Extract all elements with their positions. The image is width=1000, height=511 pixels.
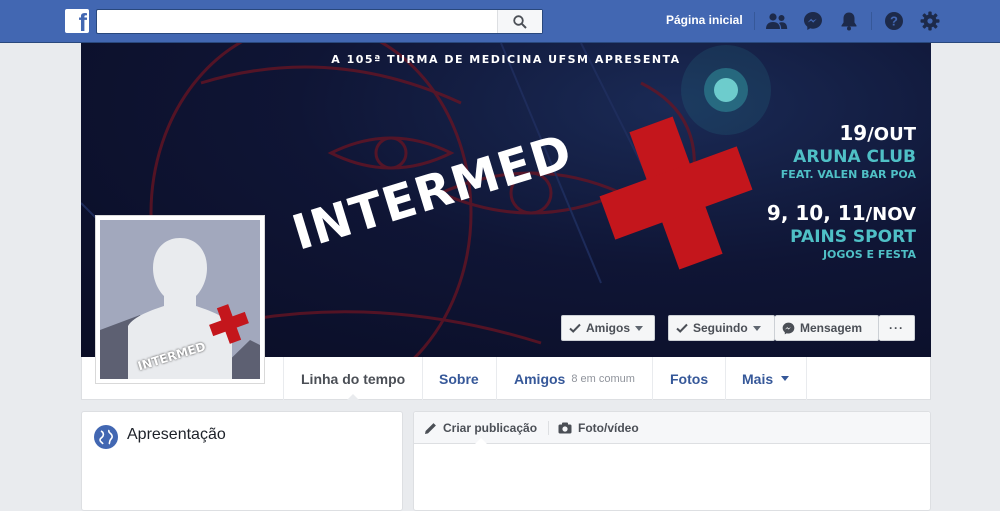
chevron-down-icon (752, 325, 761, 331)
composer-divider (548, 421, 549, 435)
settings-button[interactable] (919, 10, 941, 32)
globe-icon (94, 425, 118, 449)
event-date-month: /NOV (865, 204, 916, 225)
mutual-friends-count: 8 em comum (571, 372, 635, 385)
help-icon: ? (885, 12, 903, 30)
tab-friends[interactable]: Amigos 8 em comum (497, 357, 653, 400)
event-date: 9, 10, 11/NOV (767, 201, 916, 225)
more-options-icon: ··· (889, 321, 904, 335)
messenger-icon (782, 322, 795, 334)
create-post-tab[interactable]: Criar publicação (424, 412, 538, 445)
pencil-icon (425, 422, 436, 434)
following-button-label: Seguindo (693, 321, 748, 335)
topbar-divider (754, 12, 755, 30)
svg-text:?: ? (890, 14, 898, 29)
tab-photos-label: Fotos (670, 370, 709, 387)
cover-subtitle: A 105ª TURMA DE MEDICINA UFSM APRESENTA (331, 53, 681, 66)
messenger-button[interactable] (802, 10, 824, 32)
tab-more[interactable]: Mais (725, 357, 808, 400)
following-button[interactable]: Seguindo (668, 315, 775, 341)
more-options-button[interactable]: ··· (879, 315, 915, 341)
photo-video-label: Foto/vídeo (578, 421, 639, 435)
facebook-logo[interactable]: f (65, 9, 89, 33)
search-input[interactable] (97, 10, 497, 33)
chevron-down-icon (781, 376, 790, 381)
friends-icon (766, 13, 788, 29)
event-block-1: 19/OUT ARUNA CLUB FEAT. VALEN BAR POA (781, 121, 916, 181)
tab-timeline-label: Linha do tempo (301, 370, 406, 387)
create-post-label: Criar publicação (443, 421, 538, 435)
message-button[interactable]: Mensagem (775, 315, 879, 341)
event-date: 19/OUT (781, 121, 916, 145)
friends-button[interactable]: Amigos (561, 315, 655, 341)
intro-title: Apresentação (127, 426, 226, 443)
intro-card: Apresentação (81, 411, 403, 511)
help-button[interactable]: ? (883, 10, 905, 32)
friend-requests-button[interactable] (766, 10, 788, 32)
home-link[interactable]: Página inicial (666, 13, 743, 27)
messenger-icon (804, 12, 822, 30)
event-detail: FEAT. VALEN BAR POA (780, 168, 916, 181)
avatar: INTERMED (100, 220, 260, 379)
event-date-number: 19 (839, 121, 868, 145)
event-date-month: /OUT (867, 124, 916, 145)
chevron-down-icon (635, 325, 644, 331)
active-tab-indicator (473, 438, 488, 445)
photo-video-tab[interactable]: Foto/vídeo (558, 412, 639, 444)
settings-icon (920, 11, 940, 31)
tab-about[interactable]: Sobre (422, 357, 497, 400)
friends-button-label: Amigos (586, 321, 631, 335)
event-place: PAINS SPORT (790, 227, 916, 247)
profile-picture[interactable]: INTERMED (95, 215, 265, 384)
topbar-divider (871, 12, 872, 30)
facebook-logo-letter: f (78, 9, 87, 34)
top-navigation-bar: f Página inicial ? (0, 0, 1000, 43)
event-date-number: 9, 10, 11 (766, 201, 866, 225)
tab-friends-label: Amigos (514, 370, 566, 387)
notifications-button[interactable] (838, 10, 860, 32)
check-icon (569, 323, 581, 333)
check-icon (676, 323, 688, 333)
tab-about-label: Sobre (439, 370, 479, 387)
search-bar (96, 9, 543, 34)
event-place: ARUNA CLUB (793, 147, 916, 167)
search-button[interactable] (497, 10, 542, 33)
camera-icon (558, 422, 572, 434)
notifications-icon (841, 12, 857, 31)
tab-photos[interactable]: Fotos (653, 357, 727, 400)
event-detail: JOGOS E FESTA (822, 248, 916, 261)
search-icon (513, 14, 527, 29)
message-button-label: Mensagem (800, 321, 863, 335)
active-tab-indicator (346, 394, 361, 401)
tab-more-label: Mais (742, 370, 774, 387)
tab-timeline[interactable]: Linha do tempo (283, 357, 424, 401)
post-composer: Criar publicação Foto/vídeo (413, 411, 931, 511)
composer-tabs: Criar publicação Foto/vídeo (414, 412, 930, 445)
event-block-2: 9, 10, 11/NOV PAINS SPORT JOGOS E FESTA (767, 201, 916, 261)
